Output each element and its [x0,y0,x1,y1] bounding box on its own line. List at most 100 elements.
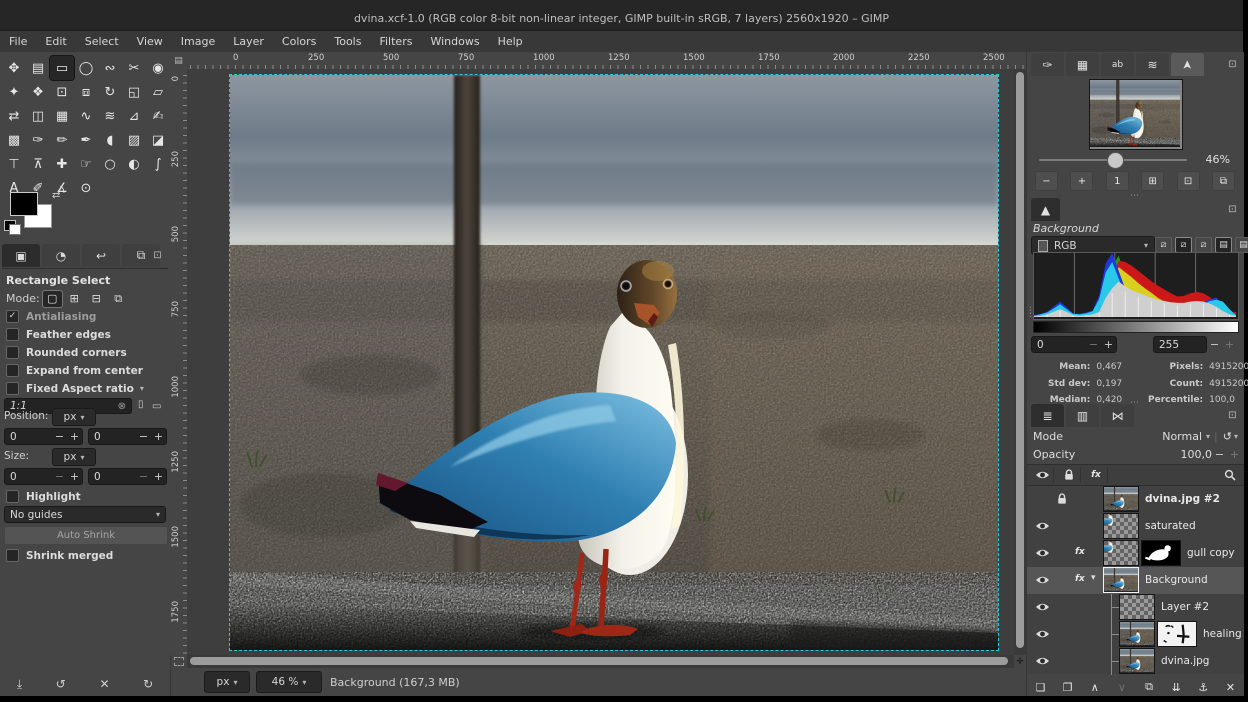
menu-colors[interactable]: Colors [273,31,325,52]
checkbox-icon[interactable]: ✓ [6,310,19,323]
menu-view[interactable]: View [128,31,172,52]
tab-channels[interactable]: ▥ [1066,404,1099,427]
layer-name[interactable]: Background [1145,574,1208,586]
tool-cage-transform[interactable]: ⊿ [122,104,146,128]
layer-thumbnail[interactable] [1119,621,1155,647]
highlight-checkbox[interactable]: Highlight [6,488,81,505]
fx-badge[interactable]: fx [1075,574,1085,584]
increment-button[interactable]: + [1222,336,1237,353]
position-y-spinner[interactable]: 0 −+ [88,428,167,445]
layer-thumbnail[interactable] [1103,486,1139,512]
increment-button[interactable]: + [1101,337,1116,352]
navigation-preview[interactable] [1089,79,1183,150]
size-width-spinner[interactable]: 0 −+ [4,468,83,485]
menu-help[interactable]: Help [489,31,532,52]
landscape-icon[interactable]: ▭ [152,401,161,412]
reset-tool-options-button[interactable]: ↻ [143,677,153,691]
menu-image[interactable]: Image [172,31,224,52]
position-x-value[interactable]: 0 [5,429,52,444]
tool-zoom[interactable]: ⊙ [74,176,98,200]
increment-button[interactable]: + [151,429,166,444]
fx-toggle-header[interactable]: fx [1085,467,1108,483]
tool-dodge-burn[interactable]: ◐ [122,152,146,176]
tab-device-status[interactable]: ◔ [42,244,80,267]
lower-layer-button[interactable]: ∨ [1111,678,1133,696]
delete-tool-preset-button[interactable]: ✕ [99,677,109,691]
tool-ink[interactable]: ✒ [74,128,98,152]
size-height-spinner[interactable]: 0 −+ [88,468,167,485]
guides-select[interactable]: No guides ▾ [4,506,166,523]
dockable-menu-button[interactable]: ⊡ [150,248,165,263]
tool-rotate[interactable]: ↻ [98,80,122,104]
increment-button[interactable]: + [67,429,82,444]
shrink-merged-checkbox[interactable]: Shrink merged [6,547,113,564]
position-x-spinner[interactable]: 0 −+ [4,428,83,445]
mode-subtract-button[interactable]: ⊟ [87,291,106,307]
mode-intersect-button[interactable]: ⧉ [109,291,128,307]
portrait-icon[interactable]: ▯ [138,399,144,410]
range-min-spinner[interactable]: 0 −+ [1031,336,1117,353]
merge-down-button[interactable]: ⇊ [1165,678,1187,696]
layer-thumbnail[interactable] [1103,567,1139,593]
search-icon[interactable] [1224,469,1236,481]
visibility-eye-icon[interactable] [1035,575,1051,586]
visibility-eye-icon[interactable] [1035,602,1051,613]
horizontal-scrollbar[interactable] [187,655,1014,668]
increment-button[interactable]: + [1227,448,1242,461]
tab-tool-options[interactable]: ▣ [2,244,40,267]
rounded-corners-checkbox[interactable]: Rounded corners [6,344,127,361]
new-layer-button[interactable]: ❏ [1030,678,1052,696]
dockable-menu-button[interactable]: ⊡ [1225,57,1240,72]
auto-shrink-button[interactable]: Auto Shrink [4,526,168,545]
tab-layers[interactable]: ≣ [1031,404,1064,427]
log-scale-button[interactable]: ⧄ [1175,237,1192,253]
checkbox-icon[interactable] [6,382,19,395]
tool-clone[interactable]: ⊤ [2,152,26,176]
tool-ellipse-select[interactable]: ◯ [74,56,98,80]
position-y-value[interactable]: 0 [89,429,136,444]
menu-select[interactable]: Select [76,31,128,52]
tool-select-by-color[interactable]: ❖ [26,80,50,104]
tool-perspective-clone[interactable]: ⊼ [26,152,50,176]
decrement-button[interactable]: − [52,469,67,484]
layer-row-layer-2[interactable]: Layer #2 [1027,594,1244,621]
status-zoom-select[interactable]: 46 %▾ [256,671,322,693]
vertical-ruler[interactable]: 02505007501000125015001750 [170,69,188,655]
fixed-aspect-ratio-checkbox[interactable]: Fixed Aspect ratio ▾ [6,380,144,397]
size-height-value[interactable]: 0 [89,469,136,484]
range-max-value[interactable]: 255 [1153,336,1207,353]
layer-name[interactable]: dvina.jpg #2 [1145,493,1220,505]
fit-image-in-window-button[interactable]: ⊞ [1141,171,1164,191]
delete-layer-button[interactable]: ✕ [1219,678,1241,696]
linear-scale-button[interactable]: ⧄ [1155,237,1172,253]
menu-layer[interactable]: Layer [224,31,273,52]
tool-3d-transform[interactable]: ◫ [26,104,50,128]
default-colors-icon-bg[interactable] [9,224,21,235]
tool-airbrush[interactable]: ▨ [122,128,146,152]
visibility-eye-icon[interactable] [1035,548,1051,559]
range-min-value[interactable]: 0 [1032,337,1086,352]
size-width-value[interactable]: 0 [5,469,52,484]
layer-thumbnail[interactable] [1103,540,1139,566]
increment-button[interactable]: + [67,469,82,484]
show-range-b-button[interactable]: ▤ [1235,237,1248,253]
clear-icon[interactable]: ⊗ [118,401,126,412]
decrement-button[interactable]: − [136,469,151,484]
range-max-spinner[interactable]: 255 −+ [1153,336,1239,353]
layer-row-healing[interactable]: healing [1027,621,1244,648]
tool-move[interactable]: ✥ [2,56,26,80]
decrement-button[interactable]: − [1086,337,1101,352]
tool-paintbrush[interactable]: ✑ [26,128,50,152]
tool-seamless-clone[interactable]: ≋ [98,104,122,128]
raise-layer-button[interactable]: ∧ [1084,678,1106,696]
visibility-eye-icon[interactable] [1035,656,1051,667]
show-range-a-button[interactable]: ▤ [1215,237,1232,253]
layer-name[interactable]: dvina.jpg [1161,655,1209,667]
shrink-wrap-button[interactable]: ⧉ [1212,171,1235,191]
tool-align[interactable]: ▤ [26,56,50,80]
tool-fuzzy-select[interactable]: ✦ [2,80,26,104]
menu-edit[interactable]: Edit [36,31,75,52]
checkbox-icon[interactable] [6,328,19,341]
tool-handle-transform[interactable]: ▦ [50,104,74,128]
chevron-down-icon[interactable]: ▾ [140,384,144,393]
